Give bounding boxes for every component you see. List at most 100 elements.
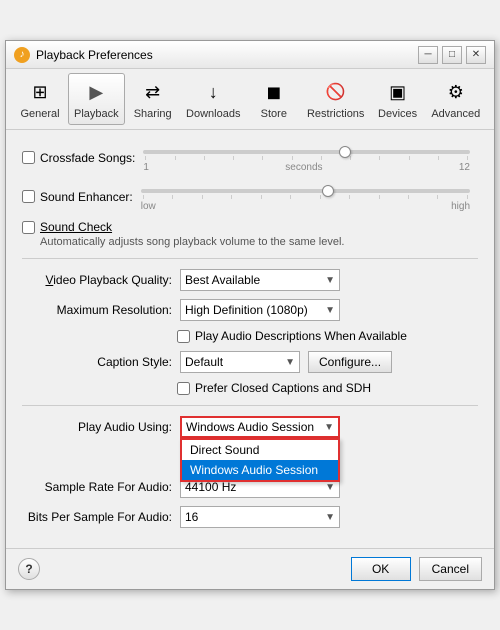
sound-enhancer-min-label: low xyxy=(141,201,156,212)
play-audio-select[interactable]: Windows Audio Session ▼ xyxy=(180,416,340,438)
sound-enhancer-checkbox[interactable] xyxy=(22,190,35,203)
toolbar-label-devices: Devices xyxy=(378,108,417,120)
sound-enhancer-track xyxy=(141,189,470,193)
sample-rate-label: Sample Rate For Audio: xyxy=(22,480,172,494)
window-controls: ─ □ ✕ xyxy=(418,46,486,64)
toolbar-item-general[interactable]: ⊞ General xyxy=(14,73,66,125)
video-playback-row: Video Playback Quality: Best Available ▼ xyxy=(22,269,478,291)
crossfade-row: Crossfade Songs: xyxy=(22,142,478,173)
crossfade-text: Crossfade Songs: xyxy=(40,151,135,165)
toolbar-item-store[interactable]: ◼ Store xyxy=(248,73,300,125)
caption-style-row: Caption Style: Default ▼ Configure... xyxy=(22,351,478,373)
playback-icon: ▶ xyxy=(82,78,110,106)
prefer-captions-checkbox[interactable] xyxy=(177,382,190,395)
help-button[interactable]: ? xyxy=(18,558,40,580)
toolbar-label-playback: Playback xyxy=(74,108,119,120)
sound-check-label[interactable]: Sound Check xyxy=(22,220,478,234)
sound-enhancer-thumb[interactable] xyxy=(322,185,334,197)
minimize-button[interactable]: ─ xyxy=(418,46,438,64)
crossfade-ticks xyxy=(143,156,470,160)
sharing-icon: ⇄ xyxy=(139,78,167,106)
sound-check-checkbox[interactable] xyxy=(22,221,35,234)
video-playback-select[interactable]: Best Available ▼ xyxy=(180,269,340,291)
sound-check-text: Sound Check xyxy=(40,220,112,234)
toolbar-item-playback[interactable]: ▶ Playback xyxy=(68,73,125,125)
ok-button[interactable]: OK xyxy=(351,557,411,581)
divider-1 xyxy=(22,258,478,259)
window-title: Playback Preferences xyxy=(36,48,153,62)
play-audio-value: Windows Audio Session xyxy=(186,420,314,434)
play-audio-dropdown: Direct Sound Windows Audio Session xyxy=(180,438,340,482)
bits-per-sample-value: 16 xyxy=(185,510,198,524)
store-icon: ◼ xyxy=(260,78,288,106)
devices-icon: ▣ xyxy=(384,78,412,106)
configure-button[interactable]: Configure... xyxy=(308,351,392,373)
caption-style-arrow: ▼ xyxy=(285,357,295,368)
audio-descriptions-checkbox[interactable] xyxy=(177,330,190,343)
sound-check-description: Automatically adjusts song playback volu… xyxy=(40,236,478,248)
toolbar: ⊞ General ▶ Playback ⇄ Sharing ↓ Downloa… xyxy=(6,69,494,130)
play-audio-option-direct-sound[interactable]: Direct Sound xyxy=(182,440,338,460)
sound-enhancer-row: Sound Enhancer: xyxy=(22,181,478,212)
audio-descriptions-row: Play Audio Descriptions When Available xyxy=(177,329,478,343)
sound-enhancer-slider-labels: low high xyxy=(141,201,470,212)
toolbar-label-downloads: Downloads xyxy=(186,108,240,120)
toolbar-item-restrictions[interactable]: 🚫 Restrictions xyxy=(302,73,370,125)
crossfade-track xyxy=(143,150,470,154)
cancel-button[interactable]: Cancel xyxy=(419,557,482,581)
toolbar-item-downloads[interactable]: ↓ Downloads xyxy=(181,73,246,125)
audio-descriptions-label: Play Audio Descriptions When Available xyxy=(195,329,407,343)
app-icon: ♪ xyxy=(14,47,30,63)
footer: ? OK Cancel xyxy=(6,548,494,589)
toolbar-item-advanced[interactable]: ⚙ Advanced xyxy=(426,73,486,125)
downloads-icon: ↓ xyxy=(199,78,227,106)
prefer-captions-label: Prefer Closed Captions and SDH xyxy=(195,381,371,395)
toolbar-label-advanced: Advanced xyxy=(431,108,480,120)
sample-rate-arrow: ▼ xyxy=(325,482,335,493)
max-resolution-row: Maximum Resolution: High Definition (108… xyxy=(22,299,478,321)
toolbar-item-sharing[interactable]: ⇄ Sharing xyxy=(127,73,179,125)
footer-left: ? xyxy=(18,558,40,580)
toolbar-label-sharing: Sharing xyxy=(134,108,172,120)
title-bar-left: ♪ Playback Preferences xyxy=(14,47,153,63)
title-bar: ♪ Playback Preferences ─ □ ✕ xyxy=(6,41,494,69)
close-button[interactable]: ✕ xyxy=(466,46,486,64)
restrictions-icon: 🚫 xyxy=(322,78,350,106)
sound-enhancer-slider-container: low high xyxy=(141,181,470,212)
crossfade-label[interactable]: Crossfade Songs: xyxy=(22,151,135,165)
caption-style-value: Default xyxy=(185,355,223,369)
advanced-icon: ⚙ xyxy=(442,78,470,106)
sample-rate-value: 44100 Hz xyxy=(185,480,236,494)
crossfade-min-label: 1 xyxy=(143,162,149,173)
preferences-window: ♪ Playback Preferences ─ □ ✕ ⊞ General ▶… xyxy=(5,40,495,590)
bits-per-sample-row: Bits Per Sample For Audio: 16 ▼ xyxy=(22,506,478,528)
bits-per-sample-select[interactable]: 16 ▼ xyxy=(180,506,340,528)
video-playback-label: Video Playback Quality: xyxy=(22,273,172,287)
play-audio-dropdown-wrapper: Windows Audio Session ▼ Direct Sound Win… xyxy=(180,416,340,438)
bits-per-sample-arrow: ▼ xyxy=(325,512,335,523)
crossfade-checkbox[interactable] xyxy=(22,151,35,164)
play-audio-row: Play Audio Using: Windows Audio Session … xyxy=(22,416,478,438)
toolbar-label-restrictions: Restrictions xyxy=(307,108,364,120)
sound-enhancer-label[interactable]: Sound Enhancer: xyxy=(22,190,133,204)
bits-per-sample-label: Bits Per Sample For Audio: xyxy=(22,510,172,524)
toolbar-label-store: Store xyxy=(261,108,287,120)
max-resolution-arrow: ▼ xyxy=(325,305,335,316)
crossfade-slider-container: 1 seconds 12 xyxy=(143,142,470,173)
crossfade-max-label: 12 xyxy=(459,162,470,173)
sound-enhancer-max-label: high xyxy=(451,201,470,212)
video-playback-value: Best Available xyxy=(185,273,260,287)
max-resolution-select[interactable]: High Definition (1080p) ▼ xyxy=(180,299,340,321)
max-resolution-label: Maximum Resolution: xyxy=(22,303,172,317)
crossfade-slider-labels: 1 seconds 12 xyxy=(143,162,470,173)
caption-style-select[interactable]: Default ▼ xyxy=(180,351,300,373)
video-playback-arrow: ▼ xyxy=(325,275,335,286)
content-area: Crossfade Songs: xyxy=(6,130,494,548)
play-audio-arrow: ▼ xyxy=(324,422,334,433)
footer-right: OK Cancel xyxy=(351,557,482,581)
maximize-button[interactable]: □ xyxy=(442,46,462,64)
sound-enhancer-ticks xyxy=(141,195,470,199)
toolbar-item-devices[interactable]: ▣ Devices xyxy=(372,73,424,125)
sound-enhancer-text: Sound Enhancer: xyxy=(40,190,133,204)
play-audio-option-windows-audio[interactable]: Windows Audio Session xyxy=(182,460,338,480)
